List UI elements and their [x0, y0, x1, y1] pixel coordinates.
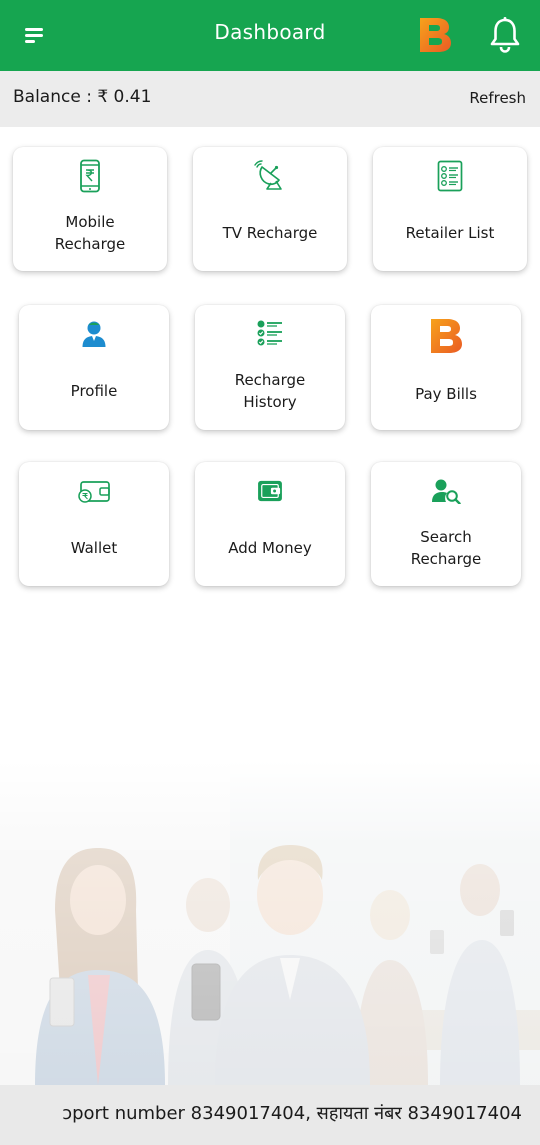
- tile-label: Pay Bills: [415, 385, 477, 403]
- add-money-wallet-icon: [258, 480, 282, 502]
- tile-profile[interactable]: Profile: [19, 305, 169, 430]
- checklist-icon: [257, 320, 282, 346]
- tile-label: Recharge History: [234, 371, 306, 411]
- user-search-icon: [432, 479, 461, 504]
- tile-retailer-list[interactable]: Retailer List: [373, 147, 527, 271]
- balance-label: Balance : ₹ 0.41: [13, 87, 152, 107]
- page-title: Dashboard: [214, 20, 326, 44]
- top-app-bar: Dashboard: [0, 0, 540, 71]
- support-marquee-bar: ɔport number 8349017404, सहायता नंबर 834…: [0, 1085, 540, 1145]
- bell-icon[interactable]: [488, 16, 522, 54]
- tile-mobile-recharge[interactable]: Mobile Recharge: [13, 147, 167, 271]
- tile-pay-bills[interactable]: Pay Bills: [371, 305, 521, 430]
- refresh-button[interactable]: Refresh: [469, 89, 526, 107]
- brand-b-icon: [431, 319, 462, 353]
- tile-label: Profile: [70, 382, 118, 400]
- tile-wallet[interactable]: Wallet: [19, 462, 169, 586]
- brand-logo-icon: [420, 18, 451, 52]
- background-people-illustration: [0, 760, 540, 1085]
- user-profile-icon: [82, 321, 106, 347]
- mobile-rupee-icon: [80, 159, 100, 193]
- wallet-icon: [78, 481, 110, 503]
- tile-tv-recharge[interactable]: TV Recharge: [193, 147, 347, 271]
- tile-label: TV Recharge: [222, 224, 318, 242]
- tile-label: Mobile Recharge: [54, 213, 126, 253]
- tile-label: Wallet: [70, 539, 118, 557]
- photo-fade-overlay: [0, 760, 540, 1085]
- tile-search-recharge[interactable]: Search Recharge: [371, 462, 521, 586]
- tile-add-money[interactable]: Add Money: [195, 462, 345, 586]
- list-document-icon: [437, 160, 463, 192]
- tile-recharge-history[interactable]: Recharge History: [195, 305, 345, 430]
- tile-label: Add Money: [228, 539, 312, 557]
- support-marquee-text: ɔport number 8349017404, सहायता नंबर 834…: [62, 1103, 522, 1124]
- tile-label: Retailer List: [405, 224, 495, 242]
- tile-label: Search Recharge: [410, 528, 482, 568]
- balance-bar: Balance : ₹ 0.41 Refresh: [0, 71, 540, 127]
- satellite-dish-icon: [254, 160, 282, 190]
